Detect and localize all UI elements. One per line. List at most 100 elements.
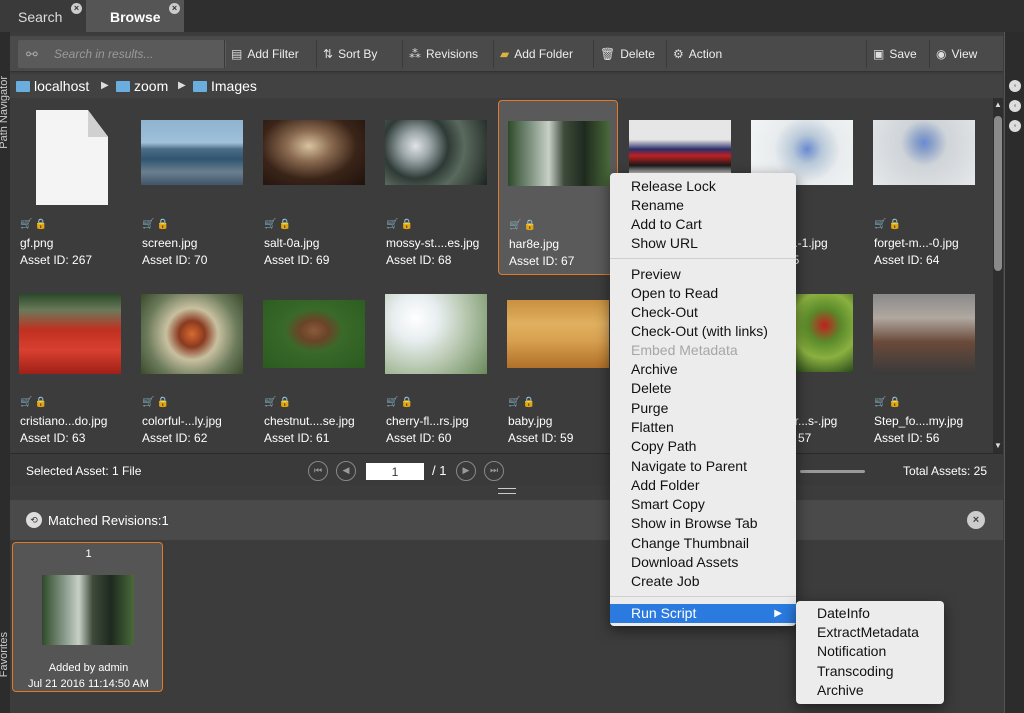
- lock-icon: 🔒: [400, 397, 413, 408]
- cart-icon[interactable]: 🛒: [386, 397, 398, 408]
- menu-item-archive[interactable]: Archive: [610, 360, 796, 379]
- first-page-button[interactable]: ⏮: [308, 461, 328, 481]
- vertical-scrollbar[interactable]: ▲ ▼: [993, 98, 1003, 453]
- thumbnail-image: [873, 294, 975, 374]
- search-input[interactable]: [54, 45, 219, 63]
- prev-page-button[interactable]: ◀: [336, 461, 356, 481]
- run-script-label: Run Script: [631, 605, 697, 621]
- delete-button[interactable]: 🗑 Delete: [593, 40, 661, 68]
- asset-tile[interactable]: 🛒 🔒 chestnut....se.jpg Asset ID: 61: [254, 278, 374, 453]
- asset-tile[interactable]: 🛒 🔒 mossy-st....es.jpg Asset ID: 68: [376, 100, 496, 275]
- breadcrumb-item-localhost[interactable]: localhost: [16, 74, 89, 98]
- asset-tile[interactable]: 🛒 🔒 cristiano...do.jpg Asset ID: 63: [10, 278, 130, 453]
- menu-item-run-script[interactable]: Run Script ▶: [610, 604, 796, 623]
- asset-tile[interactable]: 🛒 🔒 screen.jpg Asset ID: 70: [132, 100, 252, 275]
- asset-tile[interactable]: 🛒 🔒 baby.jpg Asset ID: 59: [498, 278, 618, 453]
- cart-icon[interactable]: 🛒: [508, 397, 520, 408]
- asset-tile[interactable]: 🛒 🔒 Step_fo....my.jpg Asset ID: 56: [864, 278, 984, 453]
- submenu-item-archive[interactable]: Archive: [796, 681, 944, 700]
- menu-item-copy-path[interactable]: Copy Path: [610, 437, 796, 456]
- breadcrumb-item-images[interactable]: Images: [193, 74, 257, 98]
- menu-item-navigate-to-parent[interactable]: Navigate to Parent: [610, 457, 796, 476]
- menu-item-download-assets[interactable]: Download Assets: [610, 553, 796, 572]
- add-filter-button[interactable]: ▤ Add Filter: [224, 40, 305, 68]
- menu-item-create-job[interactable]: Create Job: [610, 572, 796, 591]
- close-icon[interactable]: ×: [71, 3, 82, 14]
- revisions-button[interactable]: ⁂ Revisions: [402, 40, 484, 68]
- save-button[interactable]: ▣ Save: [866, 40, 923, 68]
- menu-item-show-url[interactable]: Show URL: [610, 234, 796, 253]
- view-button[interactable]: ◉ View: [929, 40, 983, 68]
- menu-item-add-folder[interactable]: Add Folder: [610, 476, 796, 495]
- page-input[interactable]: [366, 463, 424, 480]
- asset-tile[interactable]: 🛒 🔒 salt-0a.jpg Asset ID: 69: [254, 100, 374, 275]
- breadcrumb-item-zoom[interactable]: zoom: [116, 74, 168, 98]
- menu-item-open-to-read[interactable]: Open to Read: [610, 284, 796, 303]
- action-button[interactable]: ⚙ Action: [666, 40, 728, 68]
- asset-tile-selected[interactable]: 🛒 🔒 har8e.jpg Asset ID: 67: [498, 100, 618, 275]
- scrollbar-thumb[interactable]: [994, 116, 1002, 271]
- cart-icon[interactable]: 🛒: [20, 397, 32, 408]
- menu-item-rename[interactable]: Rename: [610, 196, 796, 215]
- menu-item-check-out-links[interactable]: Check-Out (with links): [610, 322, 796, 341]
- last-page-button[interactable]: ⏭: [484, 461, 504, 481]
- cart-icon[interactable]: 🛒: [264, 219, 276, 230]
- cart-icon[interactable]: 🛒: [874, 397, 886, 408]
- menu-item-preview[interactable]: Preview: [610, 265, 796, 284]
- add-folder-button[interactable]: ▰ Add Folder: [493, 40, 579, 68]
- menu-item-smart-copy[interactable]: Smart Copy: [610, 495, 796, 514]
- menu-item-show-in-browse-tab[interactable]: Show in Browse Tab: [610, 514, 796, 533]
- resize-handle[interactable]: [498, 488, 516, 494]
- expand-icon[interactable]: ◦: [1009, 80, 1021, 92]
- tab-search[interactable]: Search ×: [0, 0, 86, 32]
- revision-card[interactable]: 1 Added by admin Jul 21 2016 11:14:50 AM: [12, 542, 163, 692]
- cart-icon[interactable]: 🛒: [142, 397, 154, 408]
- asset-id: Asset ID: 63: [20, 431, 86, 445]
- sort-by-button[interactable]: ⇅ Sort By: [316, 40, 383, 68]
- close-icon[interactable]: ×: [169, 3, 180, 14]
- path-navigator-label[interactable]: Path Navigator: [0, 76, 10, 149]
- close-icon[interactable]: ×: [967, 511, 985, 529]
- cart-icon[interactable]: 🛒: [509, 220, 521, 231]
- asset-tile[interactable]: 🛒 🔒 colorful-...ly.jpg Asset ID: 62: [132, 278, 252, 453]
- binoculars-icon: ⚯: [26, 46, 38, 62]
- menu-item-release-lock[interactable]: Release Lock: [610, 177, 796, 196]
- thumbnail-size-slider[interactable]: [800, 470, 865, 473]
- menu-item-check-out[interactable]: Check-Out: [610, 303, 796, 322]
- expand-icon[interactable]: ◦: [1009, 120, 1021, 132]
- menu-item-change-thumbnail[interactable]: Change Thumbnail: [610, 534, 796, 553]
- lock-icon: 🔒: [156, 219, 169, 230]
- asset-badges: 🛒 🔒: [264, 219, 291, 230]
- expand-icon[interactable]: ◦: [1009, 100, 1021, 112]
- revision-number: 1: [85, 548, 92, 560]
- menu-item-purge[interactable]: Purge: [610, 399, 796, 418]
- asset-tile[interactable]: 🛒 🔒 gf.png Asset ID: 267: [10, 100, 130, 275]
- menu-item-embed-metadata: Embed Metadata: [631, 342, 738, 358]
- favorites-label[interactable]: Favorites: [0, 632, 10, 677]
- left-panel-strip[interactable]: Path Navigator Favorites: [0, 32, 10, 713]
- thumbnail-image: [385, 120, 487, 185]
- submenu-item-notification[interactable]: Notification: [796, 642, 944, 661]
- submenu-item-dateinfo[interactable]: DateInfo: [796, 604, 944, 623]
- tab-browse[interactable]: Browse ×: [86, 0, 184, 32]
- cart-icon[interactable]: 🛒: [20, 219, 32, 230]
- asset-name: chestnut....se.jpg: [264, 414, 355, 428]
- cart-icon[interactable]: 🛒: [142, 219, 154, 230]
- menu-item-flatten[interactable]: Flatten: [610, 418, 796, 437]
- cart-icon[interactable]: 🛒: [264, 397, 276, 408]
- cart-icon[interactable]: 🛒: [874, 219, 886, 230]
- menu-item-add-to-cart[interactable]: Add to Cart: [610, 215, 796, 234]
- submenu-item-extractmetadata[interactable]: ExtractMetadata: [796, 623, 944, 642]
- scroll-down-icon[interactable]: ▼: [994, 441, 1002, 450]
- tab-browse-label: Browse: [110, 9, 161, 25]
- scroll-up-icon[interactable]: ▲: [994, 100, 1002, 109]
- next-page-button[interactable]: ▶: [456, 461, 476, 481]
- asset-name: salt-0a.jpg: [264, 236, 320, 250]
- submenu-item-transcoding[interactable]: Transcoding: [796, 662, 944, 681]
- asset-badges: 🛒 🔒: [509, 220, 536, 231]
- asset-tile[interactable]: 🛒 🔒 forget-m...-0.jpg Asset ID: 64: [864, 100, 984, 275]
- add-folder-label: Add Folder: [514, 47, 573, 61]
- menu-item-delete[interactable]: Delete: [610, 379, 796, 398]
- cart-icon[interactable]: 🛒: [386, 219, 398, 230]
- asset-tile[interactable]: 🛒 🔒 cherry-fl...rs.jpg Asset ID: 60: [376, 278, 496, 453]
